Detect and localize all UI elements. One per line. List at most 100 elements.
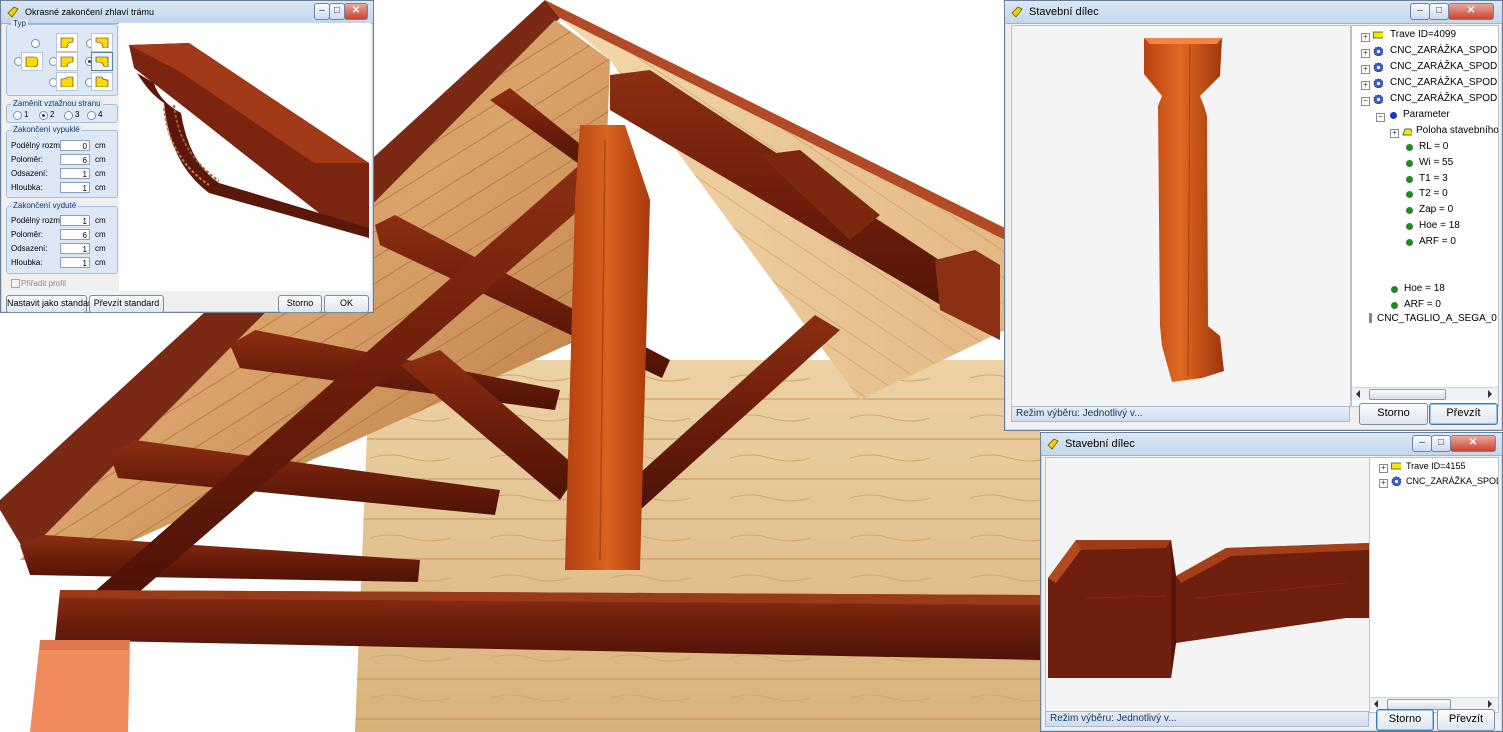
window-title: Stavební dílec (1029, 6, 1099, 18)
scroll-right-icon[interactable] (1488, 390, 1492, 398)
window-title: Stavební dílec (1065, 438, 1135, 450)
scroll-right-icon[interactable] (1488, 700, 1492, 708)
cancel-button-bottom[interactable]: Storno (1376, 709, 1434, 731)
type-tile-2[interactable] (91, 33, 113, 52)
tree-node-parameter[interactable]: Parameter (1403, 108, 1450, 122)
param-dot-icon (1406, 239, 1413, 246)
concave-length-input[interactable]: 1 (60, 215, 90, 226)
concave-depth-input[interactable]: 1 (60, 257, 90, 268)
maximize-button[interactable]: □ (329, 3, 345, 20)
tree-node-cnc-1[interactable]: CNC_ZARÁŽKA_SPODNI (1390, 44, 1498, 58)
convex-offset-input[interactable]: 1 (60, 168, 90, 179)
concave-length-unit: cm (95, 216, 106, 225)
expand-icon[interactable]: + (1379, 464, 1388, 473)
scroll-left-icon[interactable] (1374, 700, 1378, 708)
beam-end-profile-dialog: Okrasné zakončení zhlaví trámu – □ ✕ Typ… (0, 0, 374, 313)
close-button[interactable]: ✕ (1448, 3, 1494, 20)
close-button[interactable]: ✕ (1450, 435, 1496, 452)
collapse-icon[interactable]: − (1376, 113, 1385, 122)
tree-node-cnc-4[interactable]: CNC_ZARÁŽKA_SPODNI (1390, 92, 1498, 106)
minimize-button[interactable]: – (314, 3, 330, 20)
tree-param-arf-2[interactable]: ARF = 0 (1404, 298, 1441, 312)
component-tree-bottom[interactable]: + Trave ID=4155 + CNC_ZARÁŽKA_SPODNI (1369, 457, 1499, 713)
swap-radio-1[interactable] (13, 111, 22, 120)
component-3d-view[interactable] (1011, 25, 1351, 407)
cnc-gear-icon (1373, 62, 1383, 72)
param-dot-icon (1406, 144, 1413, 151)
type-tile-1[interactable] (56, 33, 78, 52)
convex-radius-input[interactable]: 6 (60, 154, 90, 165)
tree-node-position[interactable]: Poloha stavebního d (1416, 124, 1498, 138)
swap-radio-2[interactable] (39, 111, 48, 120)
type-tile-5[interactable] (91, 52, 113, 71)
dialog-titlebar[interactable]: Okrasné zakončení zhlaví trámu – □ ✕ (1, 1, 373, 24)
type-radio-1[interactable] (31, 39, 40, 48)
take-default-button[interactable]: Převzít standard (89, 295, 164, 313)
tree-param-hoe-2[interactable]: Hoe = 18 (1404, 282, 1445, 296)
tree-node-taglio[interactable]: CNC_TAGLIO_A_SEGA_0 ID (1377, 312, 1498, 326)
tree-node-cnc-3[interactable]: CNC_ZARÁŽKA_SPODNI (1390, 76, 1498, 90)
component-window-top-titlebar[interactable]: Stavební dílec – □ ✕ (1005, 1, 1502, 24)
type-tile-3[interactable] (21, 52, 43, 71)
tree-param-hoe[interactable]: Hoe = 18 (1419, 219, 1460, 233)
convex-depth-input[interactable]: 1 (60, 182, 90, 193)
ok-button[interactable]: OK (324, 295, 369, 313)
cancel-button[interactable]: Storno (278, 295, 322, 313)
wood-beam-icon (1011, 6, 1023, 18)
accept-button-bottom[interactable]: Převzít (1437, 709, 1495, 731)
tree-param-t1[interactable]: T1 = 3 (1419, 172, 1448, 186)
expand-icon[interactable]: + (1390, 129, 1399, 138)
tree-node-trave[interactable]: Trave ID=4155 (1406, 459, 1465, 473)
expand-icon[interactable]: + (1361, 81, 1370, 90)
maximize-button[interactable]: □ (1431, 435, 1451, 452)
scroll-left-icon[interactable] (1356, 390, 1360, 398)
wood-beam-icon (7, 6, 19, 18)
minimize-button[interactable]: – (1412, 435, 1432, 452)
close-button[interactable]: ✕ (344, 3, 368, 20)
tree-param-t2[interactable]: T2 = 0 (1419, 187, 1448, 201)
expand-icon[interactable]: + (1361, 33, 1370, 42)
cnc-gear-icon (1391, 476, 1401, 486)
component-tree-top[interactable]: + Trave ID=4099 + CNC_ZARÁŽKA_SPODNI + C… (1351, 25, 1499, 407)
concave-radius-unit: cm (95, 230, 106, 239)
assign-profile-checkbox[interactable] (11, 279, 20, 288)
tree-param-wi[interactable]: Wi = 55 (1419, 156, 1453, 170)
component-window-top: Stavební dílec – □ ✕ + Trave ID=4099 + C… (1004, 0, 1503, 431)
expand-icon[interactable]: + (1361, 65, 1370, 74)
param-dot-icon (1406, 223, 1413, 230)
param-dot-icon (1391, 286, 1398, 293)
status-bar-top: Režim výběru: Jednotlivý v... (1011, 406, 1350, 422)
maximize-icon: □ (1435, 5, 1443, 16)
convex-length-input[interactable]: 0 (60, 140, 90, 151)
tree-param-rl[interactable]: RL = 0 (1419, 140, 1448, 154)
cnc-gear-icon (1373, 46, 1383, 56)
accept-button-top[interactable]: Převzít (1429, 403, 1498, 425)
tree-node-cnc[interactable]: CNC_ZARÁŽKA_SPODNI (1406, 474, 1498, 488)
tree-node-cnc-2[interactable]: CNC_ZARÁŽKA_SPODNI (1390, 60, 1498, 74)
maximize-button[interactable]: □ (1429, 3, 1449, 20)
swap-radio-3[interactable] (64, 111, 73, 120)
scroll-thumb[interactable] (1369, 389, 1446, 400)
minimize-button[interactable]: – (1410, 3, 1430, 20)
minimize-icon: – (1417, 5, 1423, 16)
swap-radio-4[interactable] (87, 111, 96, 120)
tree-param-arf[interactable]: ARF = 0 (1419, 235, 1456, 249)
concave-group-label: Zakončení vyduté (11, 201, 79, 210)
profile-shape-icon (60, 56, 74, 67)
concave-offset-input[interactable]: 1 (60, 243, 90, 254)
beam-preview (1048, 540, 1369, 678)
component-3d-view-bottom[interactable] (1045, 457, 1370, 713)
set-default-button[interactable]: Nastavit jako standard (6, 295, 96, 313)
type-tile-7[interactable] (91, 72, 113, 91)
concave-radius-input[interactable]: 6 (60, 229, 90, 240)
tree-horizontal-scrollbar[interactable] (1352, 387, 1498, 400)
expand-icon[interactable]: + (1361, 49, 1370, 58)
component-window-bottom-titlebar[interactable]: Stavební dílec – □ ✕ (1041, 433, 1502, 456)
type-tile-4[interactable] (56, 52, 78, 71)
tree-param-zap[interactable]: Zap = 0 (1419, 203, 1453, 217)
expand-icon[interactable]: + (1379, 479, 1388, 488)
tree-node-trave[interactable]: Trave ID=4099 (1390, 28, 1456, 42)
type-tile-6[interactable] (56, 72, 78, 91)
cancel-button-top[interactable]: Storno (1359, 403, 1428, 425)
collapse-icon[interactable]: − (1361, 97, 1370, 106)
